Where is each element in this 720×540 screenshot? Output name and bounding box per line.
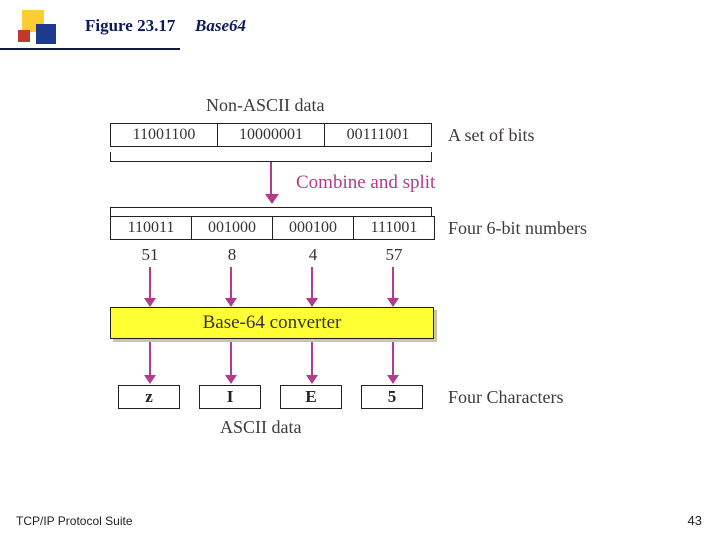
arrow-head-icon — [306, 298, 318, 307]
bits6-cell: 110011 — [110, 216, 192, 240]
base64-diagram: Non-ASCII data A set of bits 11001100 10… — [110, 95, 640, 465]
figure-number: Figure 23.17 — [85, 16, 175, 36]
arrow-down-icon — [230, 342, 232, 376]
label-combine-split: Combine and split — [296, 172, 435, 194]
char-cell: z — [118, 385, 180, 409]
footer-source: TCP/IP Protocol Suite — [16, 514, 133, 528]
char-cell: E — [280, 385, 342, 409]
arrow-combine — [270, 162, 272, 196]
arrow-down-icon — [392, 267, 394, 299]
bits6-cell: 001000 — [191, 216, 273, 240]
decimal-value: 4 — [283, 245, 343, 265]
footer-page-number: 43 — [688, 513, 702, 528]
base64-converter-box: Base-64 converter — [110, 307, 434, 339]
arrow-head-icon — [225, 375, 237, 384]
arrow-down-icon — [392, 342, 394, 376]
arrow-head-icon — [144, 298, 156, 307]
decimal-value: 57 — [364, 245, 424, 265]
arrow-head-icon — [387, 298, 399, 307]
arrow-down-icon — [311, 342, 313, 376]
char-cell: 5 — [361, 385, 423, 409]
decimal-value: 8 — [202, 245, 262, 265]
bits6-cell: 111001 — [353, 216, 435, 240]
bits8-cell: 00111001 — [324, 123, 432, 147]
slide-logo — [18, 10, 54, 46]
arrow-head-icon — [225, 298, 237, 307]
label-set-of-bits: A set of bits — [448, 125, 535, 146]
arrow-head-icon — [387, 375, 399, 384]
arrow-down-icon — [311, 267, 313, 299]
bits6-cell: 000100 — [272, 216, 354, 240]
label-four-6bit: Four 6-bit numbers — [448, 218, 587, 239]
title-underline — [0, 48, 180, 50]
decimal-value: 51 — [120, 245, 180, 265]
arrow-down-icon — [149, 267, 151, 299]
arrow-down-icon — [230, 267, 232, 299]
arrow-head-icon — [144, 375, 156, 384]
label-ascii: ASCII data — [220, 417, 301, 438]
arrow-down-icon — [149, 342, 151, 376]
label-four-chars: Four Characters — [448, 387, 563, 408]
brace-top — [110, 152, 432, 162]
converter-label: Base-64 converter — [111, 312, 433, 334]
label-non-ascii: Non-ASCII data — [206, 95, 324, 116]
char-cell: I — [199, 385, 261, 409]
bits8-cell: 10000001 — [217, 123, 325, 147]
arrow-combine-head — [265, 194, 279, 204]
arrow-head-icon — [306, 375, 318, 384]
bits8-cell: 11001100 — [110, 123, 218, 147]
brace-bottom — [110, 207, 432, 216]
figure-title: Base64 — [195, 16, 246, 36]
